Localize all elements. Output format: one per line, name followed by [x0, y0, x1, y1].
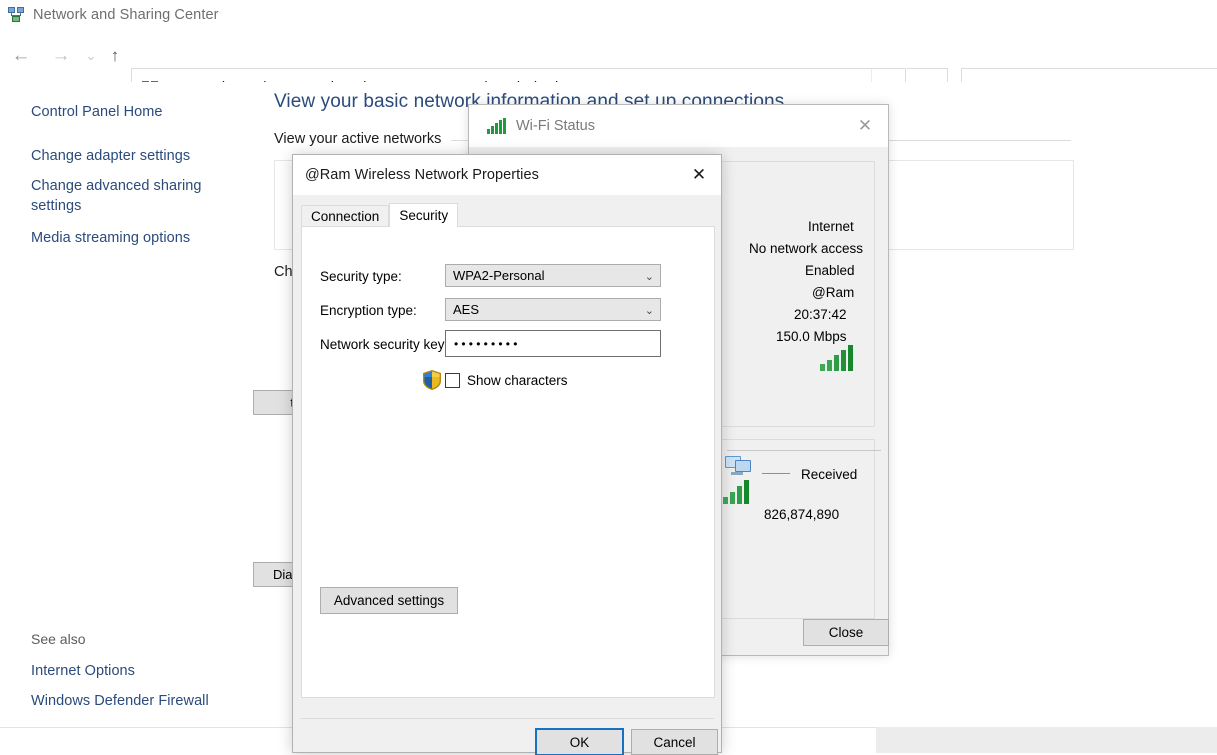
sidebar-item-media-streaming-options[interactable]: Media streaming options — [31, 228, 190, 248]
close-icon[interactable]: ✕ — [677, 155, 721, 195]
uac-shield-icon — [423, 370, 441, 390]
encryption-type-select[interactable]: AES ⌄ — [445, 298, 661, 321]
media-state-value: Enabled — [805, 263, 855, 278]
sidebar-item-windows-defender-firewall[interactable]: Windows Defender Firewall — [31, 691, 209, 711]
encryption-type-value: AES — [453, 302, 480, 317]
network-security-key-value: ••••••••• — [454, 336, 521, 351]
up-icon[interactable]: ↑ — [100, 40, 130, 72]
close-icon[interactable]: ✕ — [842, 105, 888, 147]
forward-icon[interactable]: → — [44, 40, 78, 72]
show-characters-checkbox[interactable] — [445, 373, 460, 388]
duration-value: 20:37:42 — [794, 307, 847, 322]
ipv6-connectivity-value: No network access — [749, 241, 864, 256]
wifi-status-title: Wi-Fi Status — [516, 118, 595, 134]
show-characters-label: Show characters — [467, 373, 568, 388]
tabstrip: Connection Security — [301, 203, 459, 227]
see-also-heading: See also — [31, 631, 86, 647]
signal-bars-icon — [820, 345, 858, 376]
network-security-key-input[interactable]: ••••••••• — [445, 330, 661, 357]
sidebar-item-change-advanced-sharing-settings[interactable]: Change advanced sharing settings — [31, 176, 231, 216]
properties-dialog-title: @Ram Wireless Network Properties — [305, 167, 539, 183]
sidebar-item-internet-options[interactable]: Internet Options — [31, 661, 135, 681]
activity-divider — [727, 450, 881, 451]
encryption-type-label: Encryption type: — [320, 303, 417, 318]
network-activity-icon — [723, 452, 761, 513]
wireless-network-properties-dialog: @Ram Wireless Network Properties ✕ Conne… — [292, 154, 722, 753]
ipv4-connectivity-value: Internet — [808, 219, 854, 234]
change-settings-heading: Ch — [274, 264, 293, 280]
advanced-settings-button[interactable]: Advanced settings — [320, 587, 458, 614]
chevron-down-icon: ⌄ — [644, 305, 654, 317]
network-sharing-icon — [7, 6, 25, 24]
ok-button[interactable]: OK — [535, 728, 624, 755]
chevron-down-icon: ⌄ — [644, 271, 654, 283]
cancel-button[interactable]: Cancel — [631, 729, 718, 755]
security-type-label: Security type: — [320, 269, 402, 284]
tab-connection[interactable]: Connection — [301, 205, 390, 227]
received-label: Received — [801, 467, 858, 482]
security-type-select[interactable]: WPA2-Personal ⌄ — [445, 264, 661, 287]
network-security-key-label: Network security key — [320, 337, 445, 352]
received-value: 826,874,890 — [764, 507, 840, 522]
security-tab-page — [301, 226, 715, 698]
back-icon[interactable]: ← — [4, 40, 38, 72]
sidebar: Control Panel Home Change adapter settin… — [0, 82, 272, 727]
tab-security[interactable]: Security — [389, 203, 459, 227]
properties-titlebar: @Ram Wireless Network Properties ✕ — [293, 155, 721, 195]
speed-value: 150.0 Mbps — [776, 329, 847, 344]
security-type-value: WPA2-Personal — [453, 268, 545, 283]
sidebar-item-change-adapter-settings[interactable]: Change adapter settings — [31, 146, 190, 166]
wifi-status-titlebar: Wi-Fi Status ✕ — [469, 105, 888, 147]
desktop-background — [876, 727, 1217, 753]
window-titlebar: Network and Sharing Center — [0, 0, 1217, 30]
activity-dash — [762, 473, 790, 474]
window-title: Network and Sharing Center — [33, 7, 219, 23]
active-networks-heading: View your active networks — [274, 131, 442, 147]
wifi-signal-icon — [487, 118, 506, 134]
wifi-close-button[interactable]: Close — [803, 619, 889, 646]
properties-footer-divider — [300, 718, 714, 719]
sidebar-item-control-panel-home[interactable]: Control Panel Home — [31, 102, 162, 122]
ssid-value: @Ram — [812, 285, 855, 300]
navigation-bar: ← → ⌄ ↑ › Control Panel — [0, 32, 1217, 108]
